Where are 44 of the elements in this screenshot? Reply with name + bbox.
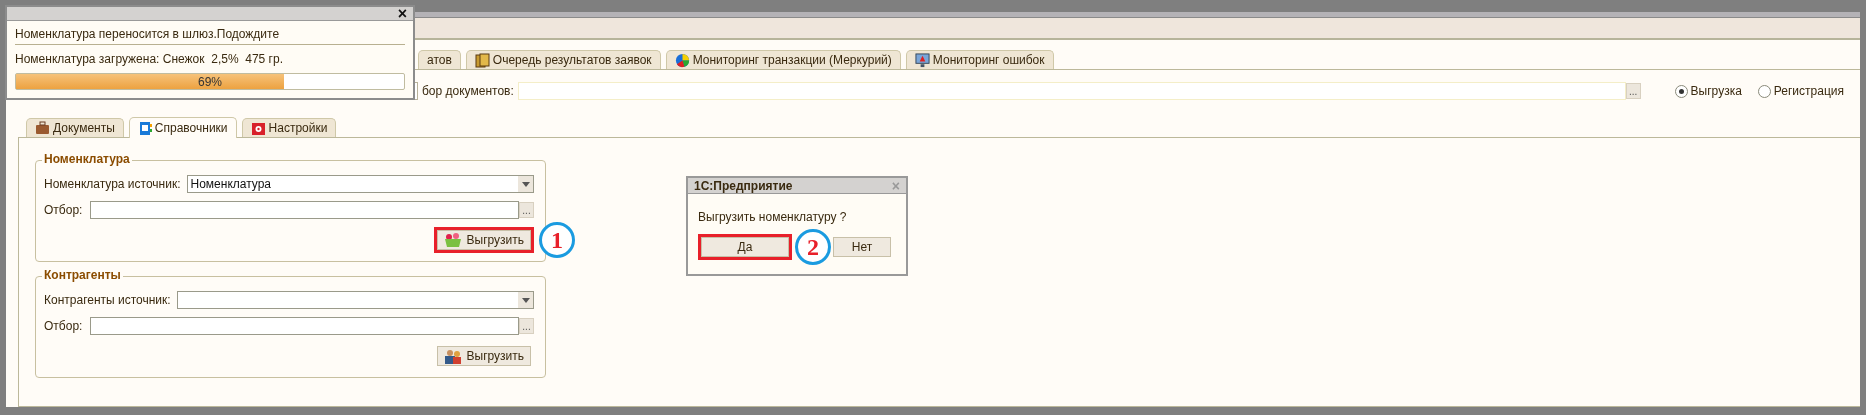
dialog-title: 1С:Предприятие (694, 178, 793, 193)
briefcase-icon (35, 121, 50, 135)
select-button[interactable]: ... (519, 202, 534, 218)
export-button[interactable]: Выгрузить (436, 230, 531, 250)
dialog-button[interactable]: Да (701, 237, 789, 257)
dropdown-icon (521, 181, 530, 187)
folder-icon (474, 52, 490, 68)
filter-field[interactable] (90, 317, 519, 335)
step-number-badge: 2 (795, 229, 831, 265)
tab[interactable]: Настройки (241, 118, 337, 137)
source-dropdown[interactable] (176, 291, 534, 309)
filter-field[interactable] (90, 201, 519, 219)
group-title: Номенклатура (42, 152, 132, 166)
tab[interactable]: Мониторинг ошибок (905, 50, 1054, 69)
pie-chart-icon (674, 52, 690, 68)
people-icon (443, 348, 462, 364)
monitor-icon (914, 52, 930, 68)
export-button[interactable]: Выгрузить (436, 346, 531, 366)
tab[interactable]: Очередь результатов заявок (465, 50, 661, 69)
dropdown-icon (521, 297, 530, 303)
field-label: Контрагенты источник: (44, 293, 171, 307)
field-label: бор документов: (422, 84, 515, 98)
notebook-icon (137, 120, 152, 136)
dialog-button[interactable]: Нет (833, 237, 891, 257)
tab[interactable]: Справочники (128, 117, 237, 138)
field-label: Номенклатура источник: (44, 177, 181, 191)
step-number-badge: 1 (539, 222, 575, 258)
message-text: Номенклатура переносится в шлюз.Подождите (15, 27, 405, 45)
settings-icon (250, 120, 266, 136)
field-label: Отбор: (44, 203, 84, 217)
dialog-message: Выгрузить номенклатуру ? (698, 210, 848, 224)
group-title: Контрагенты (42, 268, 123, 282)
radio-option[interactable]: Регистрация (1757, 84, 1844, 98)
field-label: Отбор: (44, 319, 84, 333)
progress-reading: 69% (198, 75, 222, 89)
status-text: Номенклатура загружена: Снежок 2,5% 475 гр. (15, 52, 284, 66)
tab[interactable]: атов (418, 50, 461, 69)
basket-icon (443, 232, 462, 248)
tab[interactable]: Мониторинг транзакции (Меркурий) (665, 50, 901, 69)
close-button[interactable]: × (397, 5, 407, 22)
select-button[interactable]: ... (519, 318, 534, 334)
radio-option[interactable]: Выгрузка (1674, 84, 1742, 98)
tab[interactable]: Документы (26, 118, 124, 137)
source-dropdown[interactable]: Номенклатура (186, 175, 534, 193)
